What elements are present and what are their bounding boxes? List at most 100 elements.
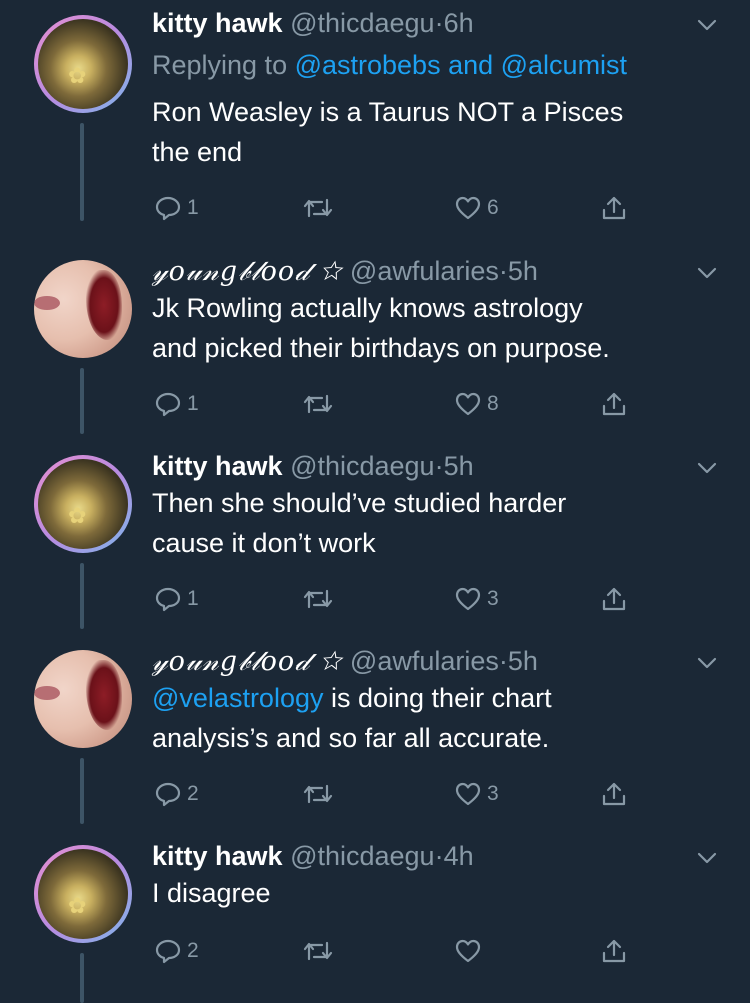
chevron-down-icon[interactable] xyxy=(696,262,718,284)
timestamp[interactable]: 6h xyxy=(444,8,474,38)
like-button[interactable]: 3 xyxy=(454,585,499,613)
display-name[interactable]: kitty hawk xyxy=(152,451,283,481)
user-handle[interactable]: @awfularies xyxy=(350,256,499,286)
replying-mentions-link[interactable]: @astrobebs and @alcumist xyxy=(295,50,627,80)
chevron-down-icon[interactable] xyxy=(696,652,718,674)
reply-button[interactable]: 2 xyxy=(154,780,199,808)
share-icon xyxy=(602,939,626,963)
tweet-text: Jk Rowling actually knows astrology and … xyxy=(152,288,722,368)
tweet-2[interactable]: 𝓎𝑜𝓊𝓃𝑔𝒷𝓁𝑜𝑜𝒹 ☆ @awfularies·5h Jk Rowling a… xyxy=(0,250,750,445)
tweet-text: I disagree xyxy=(152,873,722,913)
reply-icon xyxy=(155,782,181,807)
heart-icon xyxy=(455,196,481,220)
heart-icon xyxy=(455,939,481,963)
thread-line xyxy=(80,563,84,629)
retweet-icon xyxy=(303,394,333,414)
share-button[interactable] xyxy=(600,937,628,965)
tweet-1[interactable]: ✿ kitty hawk @thicdaegu·6h Replying to @… xyxy=(0,0,750,221)
timestamp[interactable]: 5h xyxy=(508,646,538,676)
timestamp[interactable]: 5h xyxy=(444,451,474,481)
tweet-text-line: and picked their birthdays on purpose. xyxy=(152,333,610,363)
flower-decoration: ✿ xyxy=(68,63,87,88)
tweet-text-fragment: is doing their chart xyxy=(323,683,552,713)
avatar[interactable]: ✿ xyxy=(34,15,132,113)
tweet-4[interactable]: 𝓎𝑜𝓊𝓃𝑔𝒷𝓁𝑜𝑜𝒹 ☆ @awfularies·5h @velastrolog… xyxy=(0,640,750,835)
reply-count: 2 xyxy=(187,939,199,962)
heart-icon xyxy=(455,392,481,416)
timestamp[interactable]: 4h xyxy=(444,841,474,871)
reply-count: 1 xyxy=(187,392,199,415)
separator: · xyxy=(434,8,444,38)
display-name[interactable]: 𝓎𝑜𝓊𝓃𝑔𝒷𝓁𝑜𝑜𝒹 ☆ xyxy=(152,646,342,677)
retweet-icon xyxy=(303,198,333,218)
like-count: 3 xyxy=(487,782,499,805)
thread-line xyxy=(80,368,84,434)
tweet-text: Ron Weasley is a Taurus NOT a Pisces the… xyxy=(152,92,722,172)
separator: · xyxy=(434,841,444,871)
reply-count: 1 xyxy=(187,587,199,610)
avatar[interactable] xyxy=(34,650,132,748)
share-icon xyxy=(602,392,626,416)
separator: · xyxy=(498,256,508,286)
reply-icon xyxy=(155,392,181,417)
avatar[interactable]: ✿ xyxy=(34,845,132,943)
tweet-header: 𝓎𝑜𝓊𝓃𝑔𝒷𝓁𝑜𝑜𝒹 ☆ @awfularies·5h xyxy=(152,644,538,679)
chevron-down-icon[interactable] xyxy=(696,14,718,36)
tweet-text: @velastrology is doing their chart analy… xyxy=(152,678,722,758)
like-count: 8 xyxy=(487,392,499,415)
reply-icon xyxy=(155,939,181,964)
display-name[interactable]: kitty hawk xyxy=(152,841,283,871)
separator: · xyxy=(498,646,508,676)
like-button[interactable] xyxy=(454,937,482,965)
flower-decoration: ✿ xyxy=(68,503,87,528)
retweet-button[interactable] xyxy=(302,390,334,418)
tweet-header: kitty hawk @thicdaegu·4h xyxy=(152,839,474,873)
reply-button[interactable]: 1 xyxy=(154,390,199,418)
display-name[interactable]: 𝓎𝑜𝓊𝓃𝑔𝒷𝓁𝑜𝑜𝒹 ☆ xyxy=(152,256,342,287)
share-button[interactable] xyxy=(600,585,628,613)
tweet-text-line: analysis’s and so far all accurate. xyxy=(152,723,550,753)
like-count: 6 xyxy=(487,196,499,219)
reply-button[interactable]: 1 xyxy=(154,194,199,222)
reply-button[interactable]: 2 xyxy=(154,937,199,965)
tweet-3[interactable]: ✿ kitty hawk @thicdaegu·5h Then she shou… xyxy=(0,445,750,640)
display-name[interactable]: kitty hawk xyxy=(152,8,283,38)
like-button[interactable]: 3 xyxy=(454,780,499,808)
avatar[interactable] xyxy=(34,260,132,358)
chevron-down-icon[interactable] xyxy=(696,457,718,479)
tweet-text-line: cause it don’t work xyxy=(152,528,376,558)
separator: · xyxy=(434,451,444,481)
retweet-button[interactable] xyxy=(302,937,334,965)
like-button[interactable]: 6 xyxy=(454,194,499,222)
user-handle[interactable]: @awfularies xyxy=(350,646,499,676)
heart-icon xyxy=(455,587,481,611)
share-button[interactable] xyxy=(600,194,628,222)
retweet-button[interactable] xyxy=(302,780,334,808)
tweet-text-line: Jk Rowling actually knows astrology xyxy=(152,293,583,323)
user-handle[interactable]: @thicdaegu xyxy=(290,8,435,38)
reply-button[interactable]: 1 xyxy=(154,585,199,613)
share-button[interactable] xyxy=(600,390,628,418)
like-button[interactable]: 8 xyxy=(454,390,499,418)
tweet-text-line: Then she should’ve studied harder xyxy=(152,488,567,518)
retweet-button[interactable] xyxy=(302,585,334,613)
avatar[interactable]: ✿ xyxy=(34,455,132,553)
thread-line xyxy=(80,758,84,824)
like-count: 3 xyxy=(487,587,499,610)
user-handle[interactable]: @thicdaegu xyxy=(290,841,435,871)
retweet-icon xyxy=(303,589,333,609)
retweet-button[interactable] xyxy=(302,194,334,222)
share-button[interactable] xyxy=(600,780,628,808)
tweet-text-line: Ron Weasley is a Taurus NOT a Pisces xyxy=(152,97,624,127)
tweet-5[interactable]: ✿ kitty hawk @thicdaegu·4h I disagree 2 xyxy=(0,835,750,1003)
tweet-header: kitty hawk @thicdaegu·6h xyxy=(152,6,474,40)
share-icon xyxy=(602,196,626,220)
thread-line xyxy=(80,953,84,1003)
user-handle[interactable]: @thicdaegu xyxy=(290,451,435,481)
chevron-down-icon[interactable] xyxy=(696,847,718,869)
heart-icon xyxy=(455,782,481,806)
tweet-text-line: @velastrology is doing their chart xyxy=(152,678,722,718)
timestamp[interactable]: 5h xyxy=(508,256,538,286)
mention-link[interactable]: @velastrology xyxy=(152,683,323,713)
flower-decoration: ✿ xyxy=(68,893,87,918)
